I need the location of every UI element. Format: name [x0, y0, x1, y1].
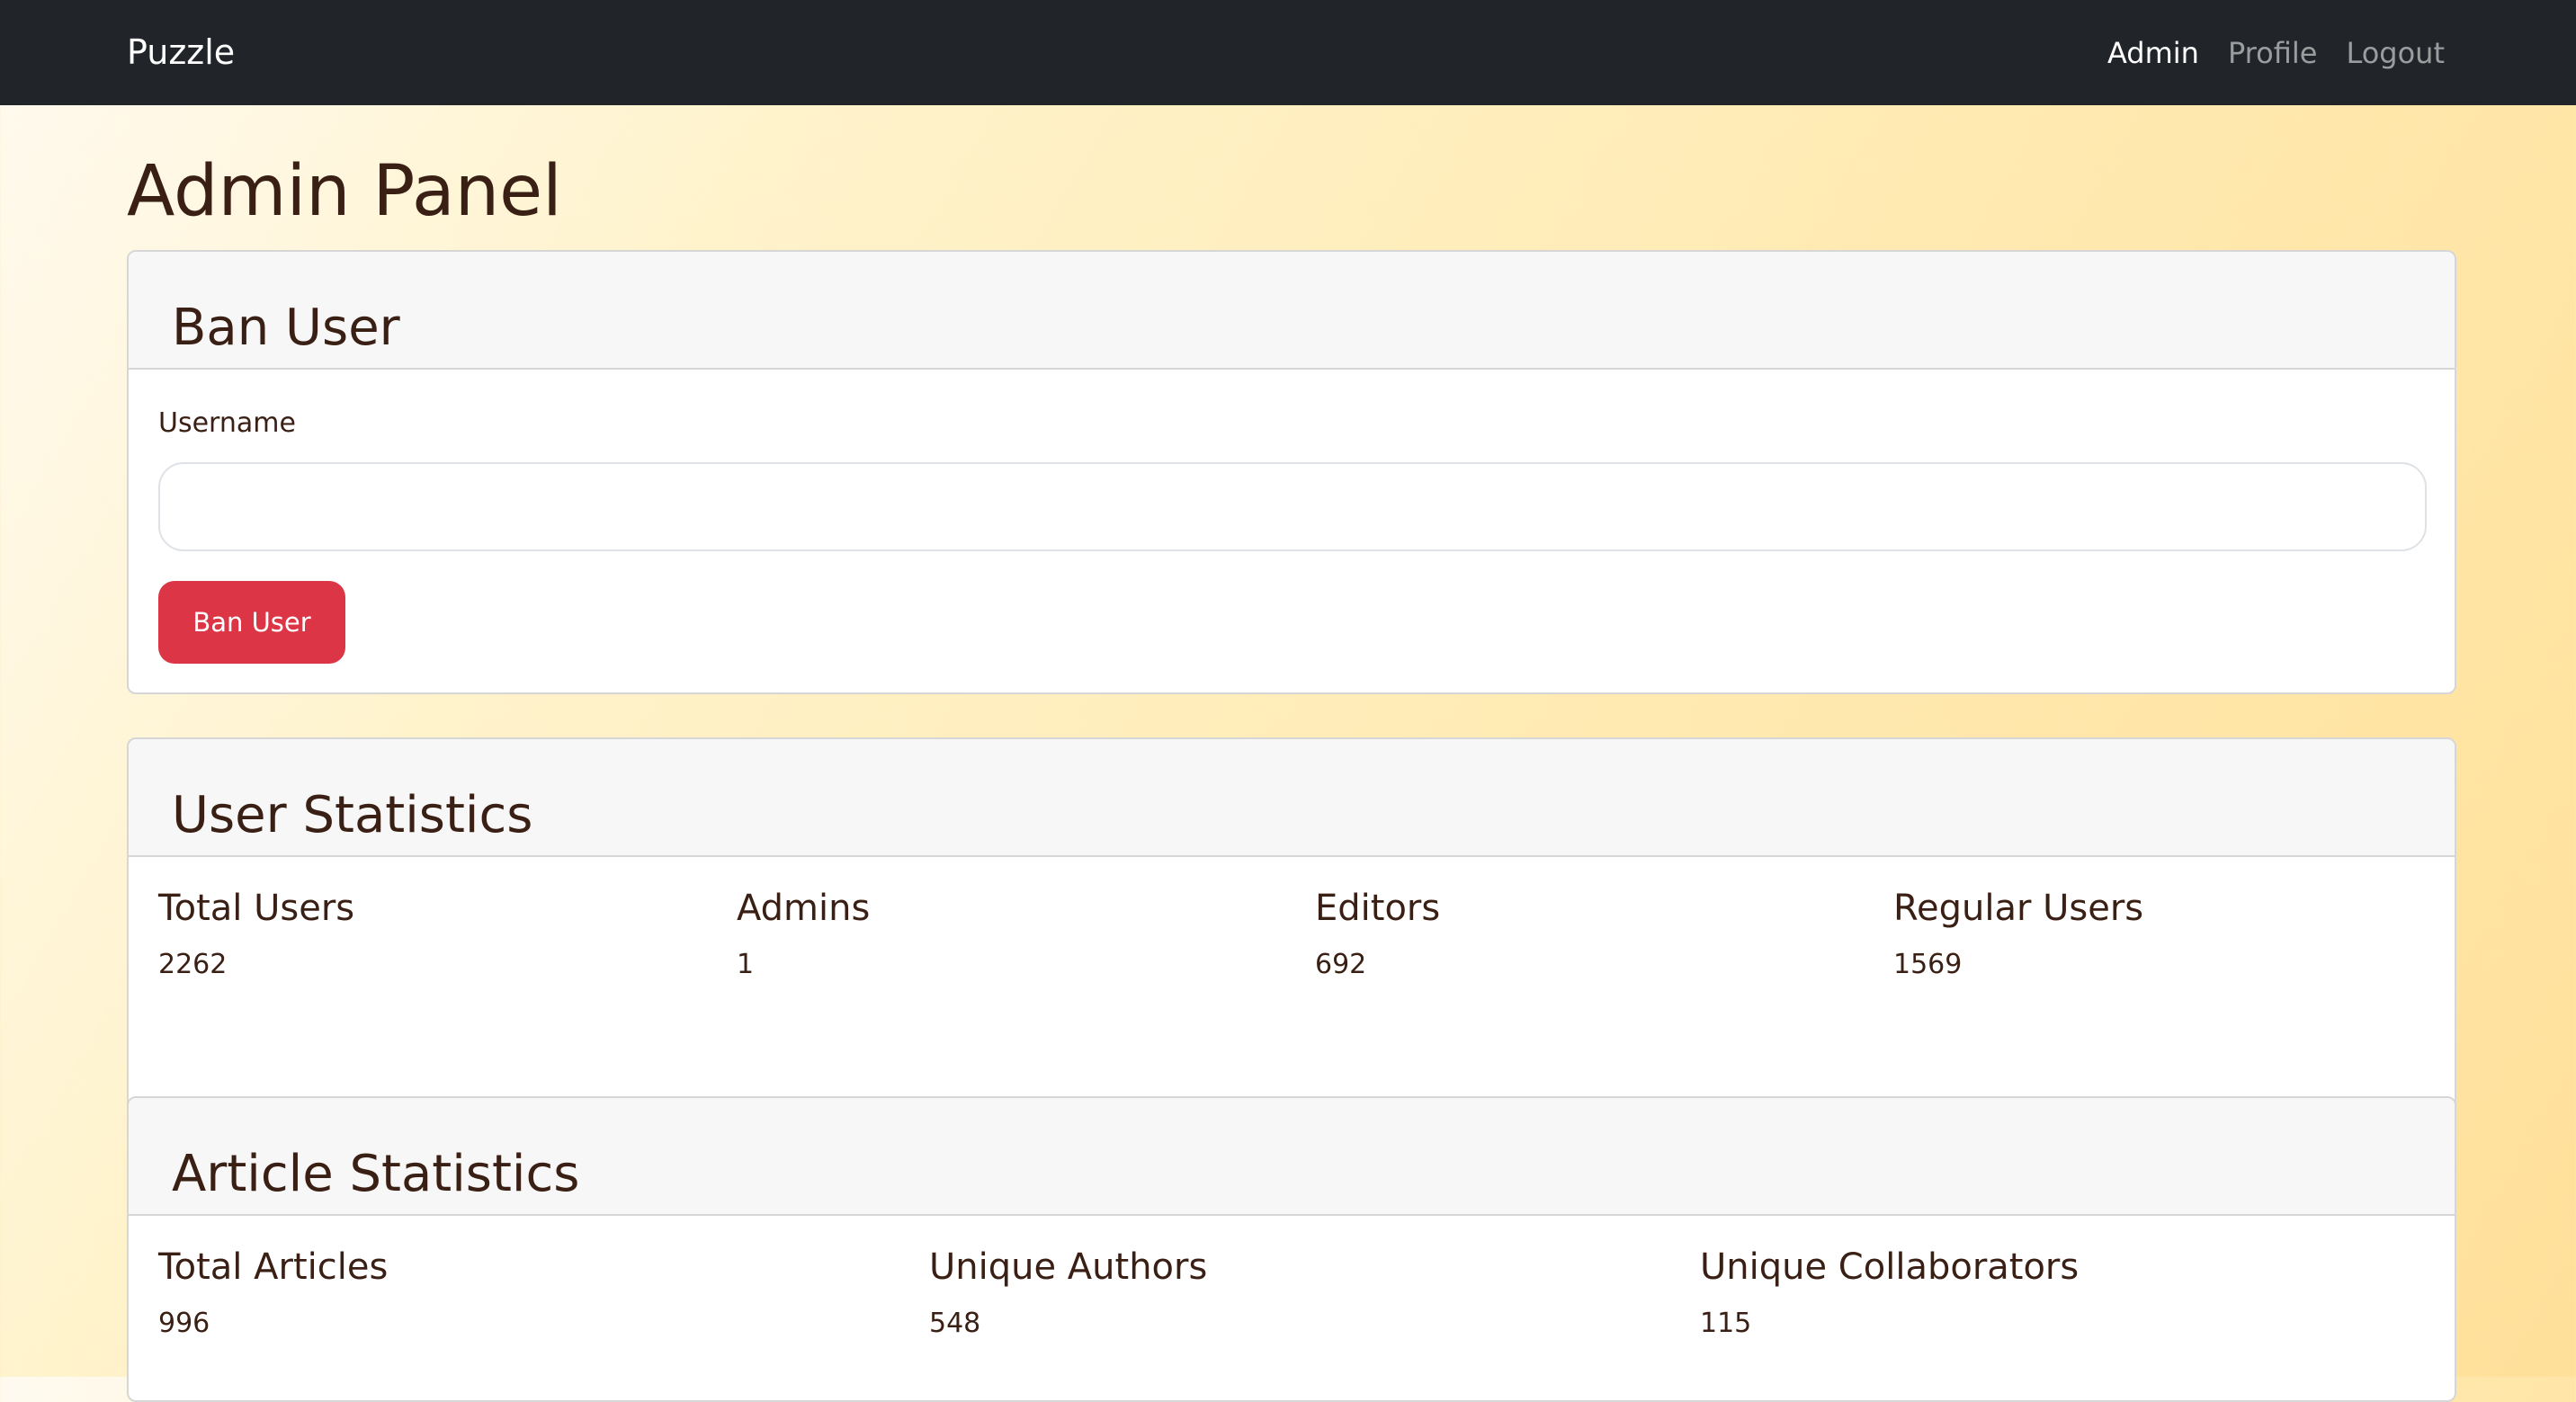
stat-label: Unique Collaborators	[1700, 1246, 2080, 1288]
user-statistics-card: User Statistics Total Users 2262 Admins …	[127, 737, 2456, 1157]
stat-total-users: Total Users 2262	[158, 888, 355, 980]
stat-label: Unique Authors	[929, 1246, 1208, 1288]
stat-value: 115	[1700, 1308, 1752, 1339]
ban-user-card-header: Ban User	[129, 252, 2455, 370]
stat-value: 548	[929, 1308, 981, 1339]
top-navbar: Puzzle Admin Profile Logout	[0, 0, 2576, 105]
stat-value: 692	[1315, 949, 1367, 980]
stat-total-articles: Total Articles 996	[158, 1246, 389, 1339]
stat-label: Editors	[1315, 888, 1441, 929]
page-title: Admin Panel	[127, 151, 562, 232]
ban-user-card-body: Username Ban User	[129, 370, 2455, 692]
stat-editors: Editors 692	[1315, 888, 1441, 980]
username-input[interactable]	[158, 462, 2427, 551]
article-statistics-heading: Article Statistics	[172, 1145, 580, 1203]
article-statistics-card: Article Statistics Total Articles 996 Un…	[127, 1096, 2456, 1402]
brand-link[interactable]: Puzzle	[127, 0, 235, 105]
nav-links: Admin Profile Logout	[2107, 0, 2445, 105]
stat-label: Total Articles	[158, 1246, 389, 1288]
stat-value: 1569	[1893, 949, 1963, 980]
stat-value: 2262	[158, 949, 228, 980]
ban-user-button[interactable]: Ban User	[158, 581, 345, 664]
stat-unique-collaborators: Unique Collaborators 115	[1700, 1246, 2080, 1339]
nav-link-logout[interactable]: Logout	[2346, 36, 2445, 70]
stat-regular-users: Regular Users 1569	[1893, 888, 2144, 980]
stat-label: Total Users	[158, 888, 355, 929]
stat-label: Admins	[737, 888, 871, 929]
nav-link-admin[interactable]: Admin	[2107, 36, 2199, 70]
stat-value: 1	[737, 949, 755, 980]
article-statistics-card-body: Total Articles 996 Unique Authors 548 Un…	[129, 1216, 2455, 1400]
user-statistics-heading: User Statistics	[172, 786, 533, 844]
ban-user-card: Ban User Username Ban User	[127, 250, 2456, 694]
user-statistics-card-header: User Statistics	[129, 739, 2455, 857]
ban-user-heading: Ban User	[172, 299, 400, 357]
article-statistics-card-header: Article Statistics	[129, 1098, 2455, 1216]
stat-unique-authors: Unique Authors 548	[929, 1246, 1208, 1339]
stat-value: 996	[158, 1308, 210, 1339]
stat-label: Regular Users	[1893, 888, 2144, 929]
nav-link-profile[interactable]: Profile	[2228, 36, 2318, 70]
username-label: Username	[158, 407, 296, 439]
stat-admins: Admins 1	[737, 888, 871, 980]
